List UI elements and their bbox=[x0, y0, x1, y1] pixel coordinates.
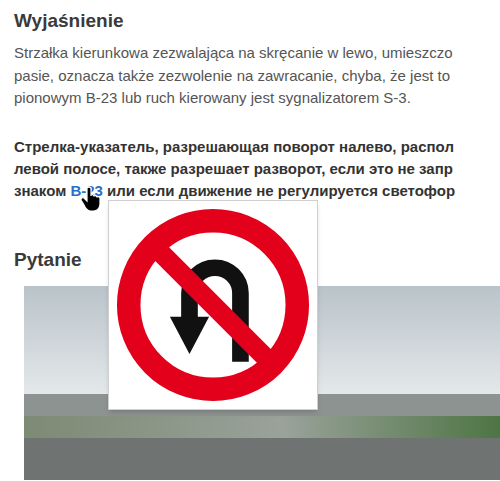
paragraph-line: pasie, oznacza także zezwolenie na zawra… bbox=[14, 65, 500, 88]
hand-cursor-icon bbox=[80, 186, 102, 212]
frame-road bbox=[24, 438, 500, 480]
paragraph-line: Стрелка-указатель, разрешающая поворот н… bbox=[14, 136, 500, 158]
explanation-heading: Wyjaśnienie bbox=[0, 9, 500, 33]
paragraph-line: pionowym B-23 lub ruch kierowany jest sy… bbox=[14, 87, 500, 110]
paragraph-line: Strzałka kierunkowa zezwalająca na skręc… bbox=[14, 42, 500, 65]
paragraph-line: левой полосе, также разрешает разворот, … bbox=[14, 158, 500, 180]
frame-trees bbox=[24, 416, 500, 438]
sign-preview-popup bbox=[108, 200, 318, 410]
page: Wyjaśnienie Strzałka kierunkowa zezwalają… bbox=[0, 0, 500, 481]
no-u-turn-sign-icon bbox=[115, 207, 311, 403]
russian-paragraph: Стрелка-указатель, разрешающая поворот н… bbox=[0, 136, 500, 202]
polish-paragraph: Strzałka kierunkowa zezwalająca na skręc… bbox=[0, 42, 500, 110]
